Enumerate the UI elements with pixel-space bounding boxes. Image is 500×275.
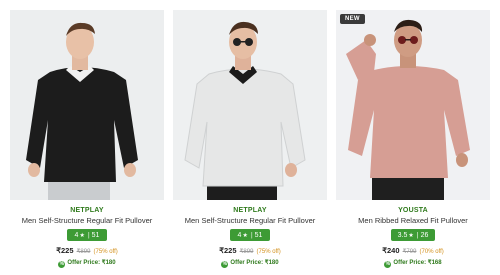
new-badge: NEW <box>340 14 365 24</box>
model-photo <box>173 10 327 200</box>
price-row: ₹225 ₹899 (75% off) <box>173 246 327 255</box>
rating-badge: 4 ★ | 51 <box>67 229 107 241</box>
product-title[interactable]: Men Ribbed Relaxed Fit Pullover <box>336 216 490 225</box>
offer-price-text: Offer Price: ₹168 <box>393 260 442 266</box>
product-grid: NETPLAY Men Self-Structure Regular Fit P… <box>0 0 500 275</box>
product-card[interactable]: NETPLAY Men Self-Structure Regular Fit P… <box>10 0 164 275</box>
product-image[interactable] <box>10 10 164 200</box>
review-count: 26 <box>420 231 429 239</box>
offer-price-text: Offer Price: ₹180 <box>67 260 116 266</box>
rating-value: 4 <box>237 231 242 239</box>
product-card[interactable]: NEW YOUSTA Men Ribbed Relaxed Fit Pullov… <box>336 0 490 275</box>
offer-price: % Offer Price: ₹168 <box>336 259 490 268</box>
review-count: 51 <box>91 231 100 239</box>
offer-price: % Offer Price: ₹180 <box>173 259 327 268</box>
model-photo <box>10 10 164 200</box>
tag-icon: % <box>221 261 229 268</box>
tag-icon: % <box>384 261 392 268</box>
product-title[interactable]: Men Self-Structure Regular Fit Pullover <box>173 216 327 225</box>
discount-text: (75% off) <box>93 249 118 255</box>
mrp-price: ₹899 <box>76 249 91 255</box>
rating-badge: 3.5 ★ | 26 <box>391 229 435 241</box>
rating-value: 3.5 <box>397 231 408 239</box>
review-count: 51 <box>254 231 263 239</box>
offer-price: % Offer Price: ₹180 <box>10 259 164 268</box>
rating-value: 4 <box>74 231 79 239</box>
rating-separator: | <box>87 231 90 239</box>
star-icon: ★ <box>408 232 414 239</box>
tag-icon: % <box>58 261 66 268</box>
product-card[interactable]: NETPLAY Men Self-Structure Regular Fit P… <box>173 0 327 275</box>
product-brand: YOUSTA <box>398 207 428 214</box>
mrp-price: ₹899 <box>239 249 254 255</box>
price-row: ₹240 ₹799 (70% off) <box>336 246 490 255</box>
star-icon: ★ <box>79 232 85 239</box>
rating-separator: | <box>416 231 419 239</box>
sale-price: ₹225 <box>219 246 237 255</box>
product-title[interactable]: Men Self-Structure Regular Fit Pullover <box>10 216 164 225</box>
mrp-price: ₹799 <box>402 249 417 255</box>
offer-price-text: Offer Price: ₹180 <box>230 260 279 266</box>
sale-price: ₹240 <box>382 246 400 255</box>
product-brand: NETPLAY <box>233 207 267 214</box>
rating-separator: | <box>250 231 253 239</box>
sale-price: ₹225 <box>56 246 74 255</box>
rating-badge: 4 ★ | 51 <box>230 229 270 241</box>
discount-text: (75% off) <box>256 249 281 255</box>
discount-text: (70% off) <box>419 249 444 255</box>
product-image[interactable]: NEW <box>336 10 490 200</box>
price-row: ₹225 ₹899 (75% off) <box>10 246 164 255</box>
model-photo <box>336 10 490 200</box>
product-brand: NETPLAY <box>70 207 104 214</box>
product-image[interactable] <box>173 10 327 200</box>
star-icon: ★ <box>242 232 248 239</box>
